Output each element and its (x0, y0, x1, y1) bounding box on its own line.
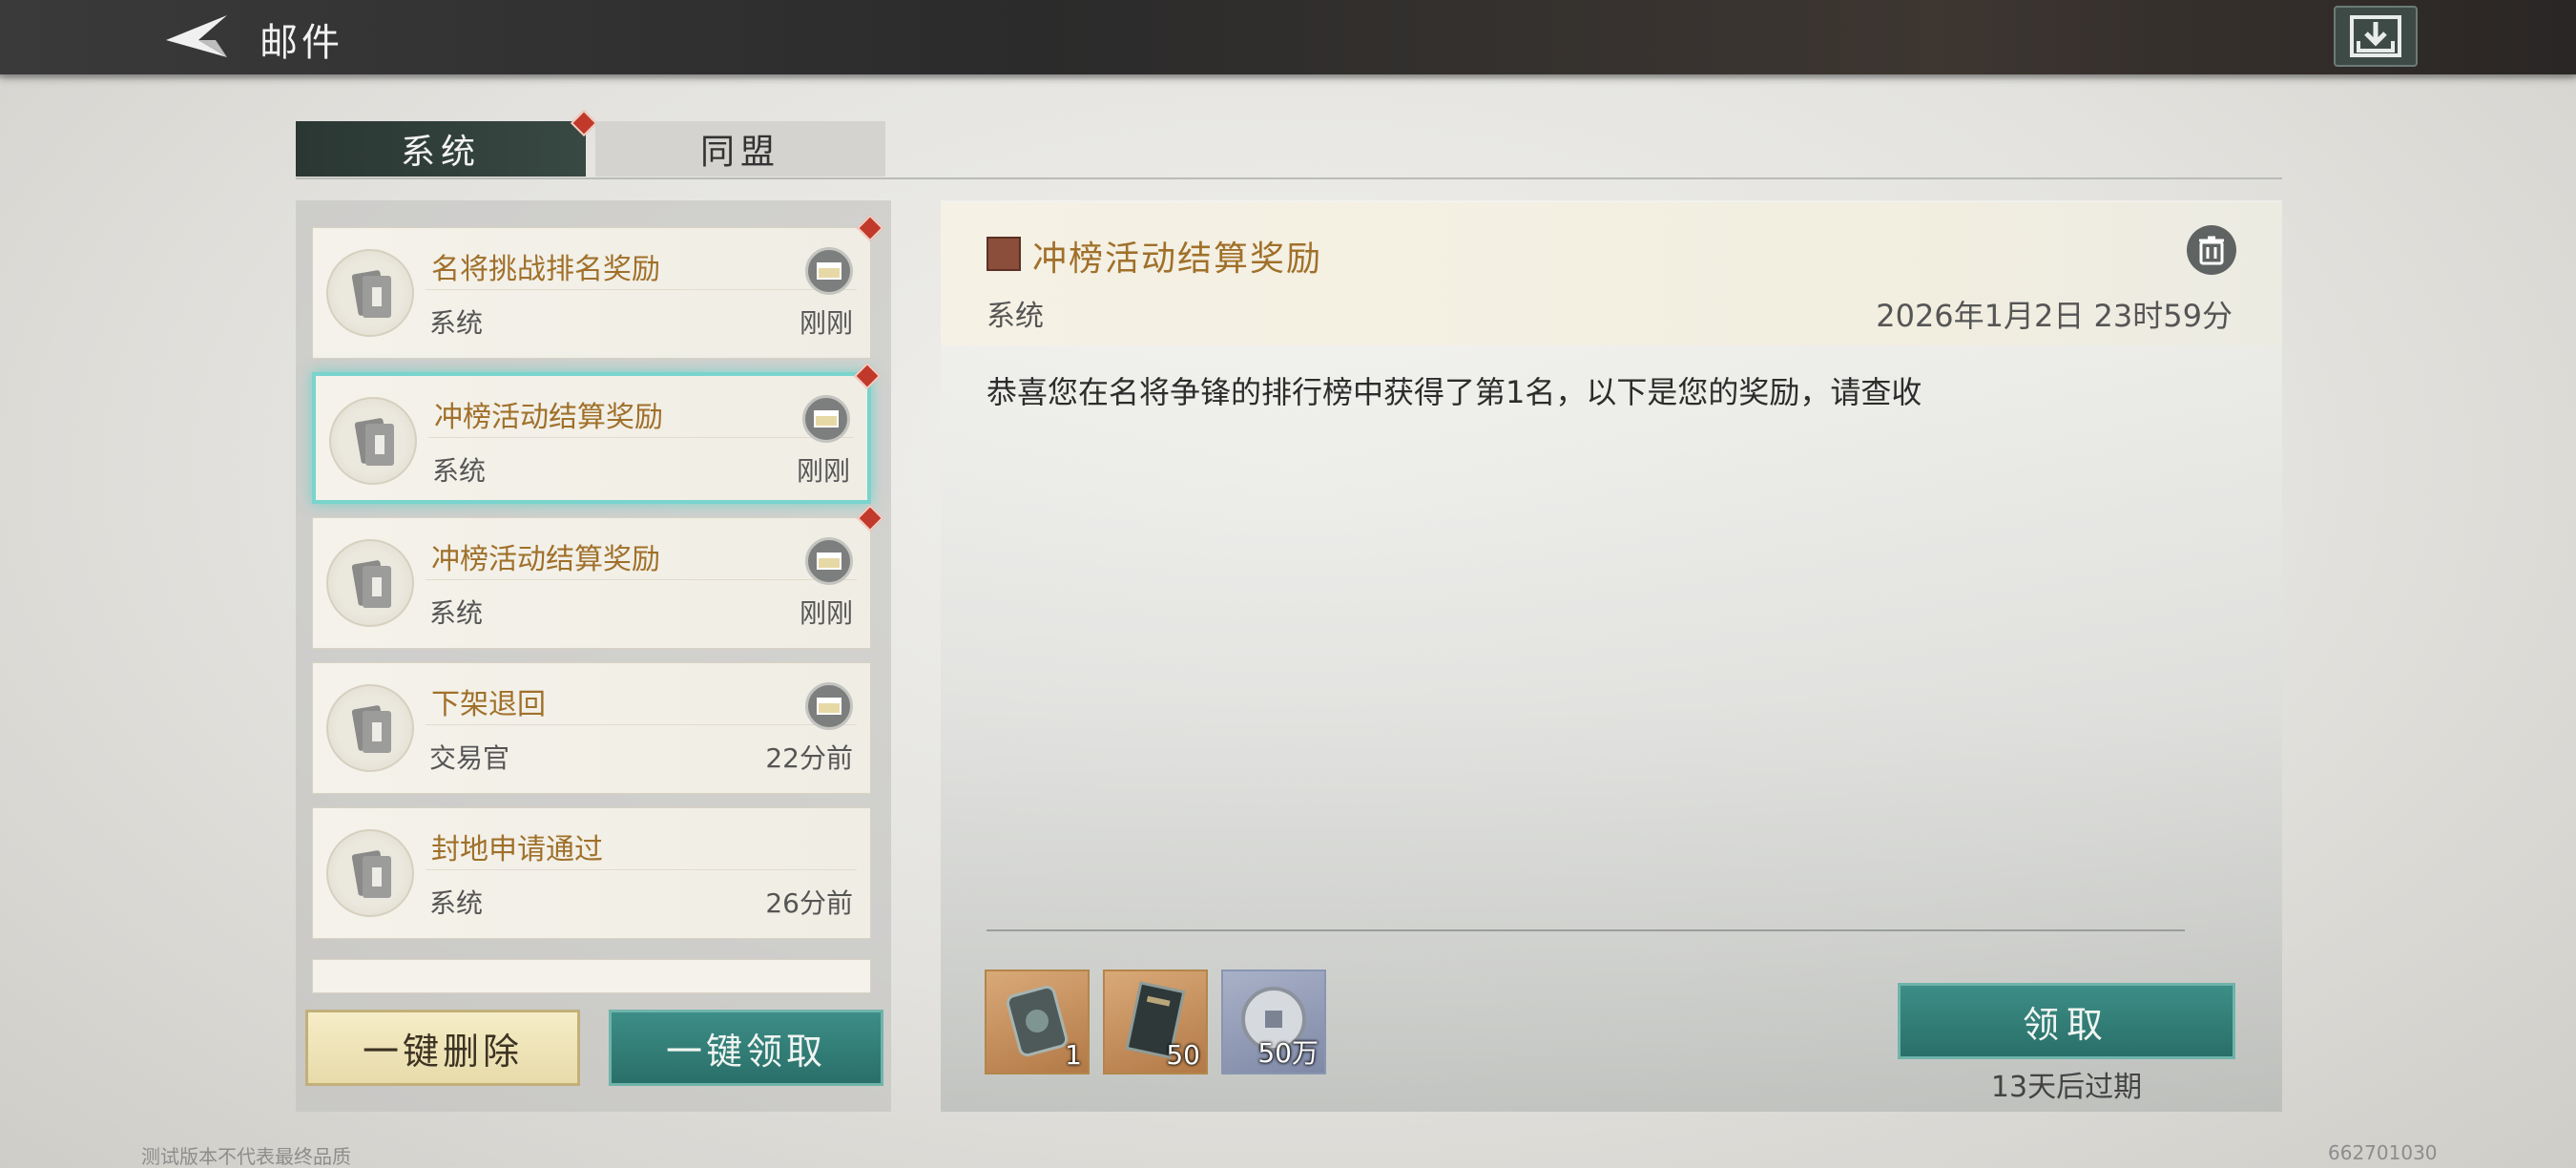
page-title: 邮件 (260, 21, 343, 65)
mail-time: 刚刚 (799, 307, 853, 339)
mail-title: 下架退回 (431, 688, 546, 721)
mail-divider (428, 437, 854, 438)
mail-title: 名将挑战排名奖励 (431, 253, 660, 286)
mail-list-panel[interactable]: 名将挑战排名奖励 系统 刚刚 冲榜活动结算奖励 系统 刚刚 冲榜活动结算奖励 系… (296, 200, 891, 1112)
attachment-chest-icon (805, 247, 853, 295)
detail-sender: 系统 (987, 300, 1044, 333)
mail-envelope-icon (329, 397, 417, 485)
mail-list-item[interactable]: 封地申请通过 系统 26分前 (312, 807, 871, 939)
reward-item[interactable]: 50万 (1221, 970, 1326, 1074)
tab-label: 同盟 (699, 133, 780, 172)
unread-badge (856, 214, 884, 242)
reward-divider (987, 929, 2185, 931)
detail-header: 冲榜活动结算奖励 系统 2026年1月2日 23时59分 (941, 202, 2282, 345)
mail-list-item[interactable]: 冲榜活动结算奖励 系统 刚刚 (312, 504, 884, 649)
mail-list-item[interactable]: 冲榜活动结算奖励 系统 刚刚 (312, 362, 882, 504)
mail-envelope-icon (326, 539, 414, 627)
mail-divider (426, 289, 857, 290)
mail-list-item-partial[interactable] (312, 959, 871, 993)
mail-time: 26分前 (765, 887, 853, 919)
expire-text: 13天后过期 (1990, 1071, 2143, 1104)
seal-icon (987, 237, 1021, 271)
mail-title: 冲榜活动结算奖励 (434, 401, 663, 434)
mail-title: 封地申请通过 (431, 833, 603, 866)
mail-sender: 系统 (432, 455, 487, 487)
mail-envelope-icon (326, 829, 414, 917)
mail-divider (426, 869, 857, 870)
reward-item[interactable]: 1 (985, 970, 1090, 1074)
mail-envelope-icon (326, 249, 414, 337)
mail-detail-panel: 冲榜活动结算奖励 系统 2026年1月2日 23时59分 恭喜您在名将争锋的排行… (941, 200, 2282, 1112)
reward-item[interactable]: 50 (1103, 970, 1208, 1074)
mail-time: 刚刚 (796, 455, 850, 487)
mail-sender: 交易官 (429, 742, 510, 774)
tab-unread-badge (570, 109, 598, 137)
attachment-chest-icon (805, 537, 853, 585)
mail-envelope-icon (326, 684, 414, 772)
detail-date: 2026年1月2日 23时59分 (1876, 298, 2233, 334)
download-tray-icon (2350, 15, 2401, 57)
version-disclaimer: 测试版本不代表最终品质 (141, 1145, 351, 1168)
mail-divider (426, 579, 857, 580)
detail-title: 冲榜活动结算奖励 (1032, 240, 1323, 279)
top-bar: 邮件 (0, 0, 2576, 80)
claim-all-button[interactable]: 一键领取 (609, 1010, 883, 1086)
tab-label: 系统 (400, 133, 481, 172)
attachment-chest-icon (802, 395, 850, 443)
mail-sender: 系统 (429, 307, 484, 339)
trash-icon (2199, 236, 2224, 265)
unread-badge (853, 362, 882, 390)
mail-sender: 系统 (429, 887, 484, 919)
delete-all-button[interactable]: 一键删除 (305, 1010, 580, 1086)
claim-button[interactable]: 领取 (1898, 983, 2235, 1059)
reward-count: 50 (1166, 1039, 1200, 1071)
mail-list-item[interactable]: 下架退回 交易官 22分前 (312, 662, 871, 794)
back-arrow-icon (166, 15, 227, 57)
reward-count: 1 (1065, 1039, 1082, 1071)
inbox-export-button[interactable] (2334, 6, 2418, 67)
mail-time: 22分前 (765, 742, 853, 774)
detail-body-text: 恭喜您在名将争锋的排行榜中获得了第1名，以下是您的奖励，请查收 (987, 374, 1922, 410)
tab-divider (296, 177, 2282, 179)
mail-title: 冲榜活动结算奖励 (431, 543, 660, 576)
build-id: 662701030 (2328, 1141, 2438, 1164)
mail-tabs: 系统 同盟 (296, 109, 885, 177)
tab-system[interactable]: 系统 (296, 109, 598, 177)
unread-badge (856, 504, 884, 532)
mail-list-item[interactable]: 名将挑战排名奖励 系统 刚刚 (312, 214, 884, 359)
back-button[interactable] (160, 8, 233, 65)
mail-divider (426, 724, 857, 725)
reward-count: 50万 (1257, 1037, 1319, 1069)
tab-alliance[interactable]: 同盟 (595, 121, 885, 177)
mail-time: 刚刚 (799, 597, 853, 629)
attachment-chest-icon (805, 682, 853, 730)
mail-sender: 系统 (429, 597, 484, 629)
delete-mail-button[interactable] (2187, 225, 2236, 275)
